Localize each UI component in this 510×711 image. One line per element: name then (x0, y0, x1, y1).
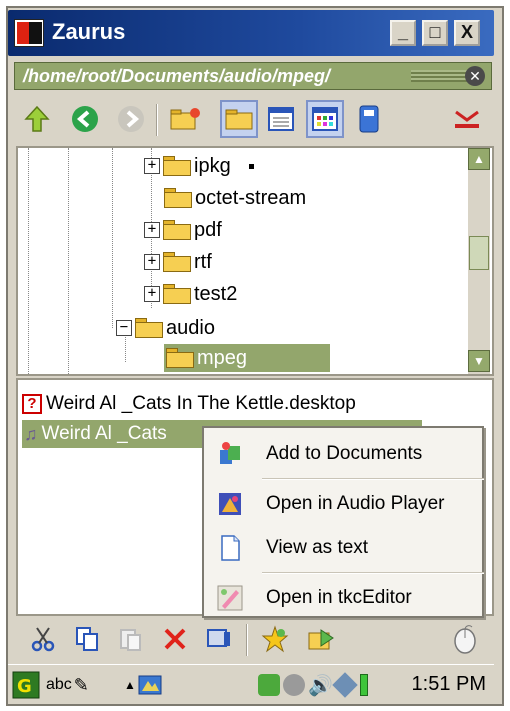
open-folder-icon (135, 318, 163, 338)
expand-icon[interactable]: + (144, 222, 160, 238)
cut-icon[interactable] (26, 622, 60, 656)
svg-text:G: G (17, 676, 32, 697)
main-toolbar (14, 96, 492, 144)
mouse-icon[interactable] (448, 622, 482, 656)
tray-icons: 🔊 (258, 671, 368, 699)
new-folder-icon[interactable] (166, 100, 204, 138)
disk-icon[interactable] (350, 100, 388, 138)
toolbar-separator (156, 104, 158, 136)
expand-icon[interactable]: + (144, 254, 160, 270)
current-path: /home/root/Documents/audio/mpeg/ (23, 66, 331, 86)
battery-icon[interactable] (359, 674, 368, 696)
scroll-up-button[interactable]: ▲ (468, 148, 490, 170)
menu-item-add-to-documents[interactable]: Add to Documents (204, 432, 482, 476)
path-close-icon[interactable]: ✕ (465, 66, 485, 86)
keyboard-toggle[interactable]: ▲ (124, 671, 162, 699)
input-method-label: abc (46, 676, 72, 693)
tree-item-octet-stream[interactable]: octet-stream (164, 184, 306, 212)
expand-icon[interactable]: + (144, 158, 160, 174)
title-bar: Zaurus _ □ X (8, 10, 494, 56)
context-menu: Add to Documents Open in Audio Player Vi… (202, 426, 484, 618)
copy-icon[interactable] (70, 622, 104, 656)
menu-item-view-as-text[interactable]: View as text (204, 526, 482, 570)
tree-item-label: rtf (194, 250, 212, 273)
folder-tree[interactable]: + ipkg octet-stream + pdf + rtf + test2 … (16, 146, 494, 376)
unknown-file-icon: ? (22, 394, 42, 414)
up-arrow-icon[interactable] (18, 100, 56, 138)
editor-icon (216, 584, 244, 612)
menu-item-open-in-tkceditor[interactable]: Open in tkcEditor (204, 576, 482, 620)
window-title: Zaurus (52, 19, 126, 44)
bottom-toolbar (14, 620, 492, 660)
properties-icon[interactable] (202, 622, 236, 656)
icon-view-icon[interactable] (306, 100, 344, 138)
settings-gear-icon[interactable] (283, 674, 305, 696)
scroll-down-button[interactable]: ▼ (468, 350, 490, 372)
minimize-button[interactable]: _ (390, 20, 416, 46)
folder-icon (163, 284, 191, 304)
close-button[interactable]: X (454, 20, 480, 46)
tree-item-label: ipkg (194, 154, 231, 177)
tree-item-mpeg[interactable]: mpeg (164, 344, 330, 372)
tree-item-ipkg[interactable]: + ipkg (144, 152, 254, 180)
keyboard-icon (138, 675, 162, 695)
text-doc-icon (216, 534, 244, 562)
maximize-button[interactable]: □ (422, 20, 448, 46)
file-item[interactable]: ? Weird Al _Cats In The Kettle.desktop (22, 390, 356, 418)
pen-icon: ✎ (73, 674, 89, 695)
paste-icon[interactable] (114, 622, 148, 656)
audio-player-icon (216, 490, 244, 518)
delete-icon[interactable] (158, 622, 192, 656)
tree-item-label: test2 (194, 282, 238, 305)
tree-item-test2[interactable]: + test2 (144, 280, 237, 308)
tree-item-label: pdf (194, 218, 222, 241)
audio-file-icon: ♫ (24, 423, 38, 444)
start-menu-icon[interactable]: G (12, 671, 40, 699)
sync-icon[interactable] (332, 672, 358, 698)
add-documents-icon (216, 440, 244, 468)
favorite-icon[interactable] (258, 622, 292, 656)
collapse-icon[interactable]: − (116, 320, 132, 336)
forward-icon[interactable] (112, 100, 150, 138)
tree-item-rtf[interactable]: + rtf (144, 248, 212, 276)
toolbar-separator (246, 624, 248, 656)
tree-item-pdf[interactable]: + pdf (144, 216, 222, 244)
menu-separator (262, 478, 484, 480)
up-triangle-icon: ▲ (124, 678, 136, 692)
menu-item-open-audio-player[interactable]: Open in Audio Player (204, 482, 482, 526)
folder-view-icon[interactable] (220, 100, 258, 138)
file-name: Weird Al _Cats (41, 423, 167, 444)
folder-icon (163, 252, 191, 272)
tree-item-label: audio (166, 316, 215, 339)
taskbar: G abc ✎ ▲ 🔊 1:51 PM (8, 664, 494, 704)
tree-item-label: mpeg (197, 346, 248, 369)
folder-icon (163, 220, 191, 240)
tree-item-label: octet-stream (195, 186, 307, 209)
volume-icon[interactable]: 🔊 (308, 673, 333, 698)
app-logo-icon (14, 19, 44, 47)
menu-separator (262, 572, 484, 574)
input-method-indicator[interactable]: abc ✎ (46, 671, 89, 699)
back-icon[interactable] (66, 100, 104, 138)
detail-view-icon[interactable] (262, 100, 300, 138)
expand-icon[interactable]: + (144, 286, 160, 302)
scroll-thumb[interactable] (469, 236, 489, 270)
network-icon[interactable] (258, 674, 280, 696)
file-name: Weird Al _Cats In The Kettle.desktop (46, 393, 356, 414)
send-icon[interactable] (304, 622, 338, 656)
folder-icon (166, 348, 194, 368)
folder-icon (164, 188, 192, 208)
cursor-marker (248, 163, 254, 169)
tree-scrollbar[interactable]: ▲ ▼ (468, 148, 490, 374)
tool-icon[interactable] (448, 100, 486, 138)
path-bar-grip (411, 70, 469, 82)
clock[interactable]: 1:51 PM (412, 673, 486, 696)
tree-item-audio[interactable]: − audio (116, 314, 215, 342)
folder-icon (163, 156, 191, 176)
path-bar: /home/root/Documents/audio/mpeg/ ✕ (14, 62, 492, 90)
